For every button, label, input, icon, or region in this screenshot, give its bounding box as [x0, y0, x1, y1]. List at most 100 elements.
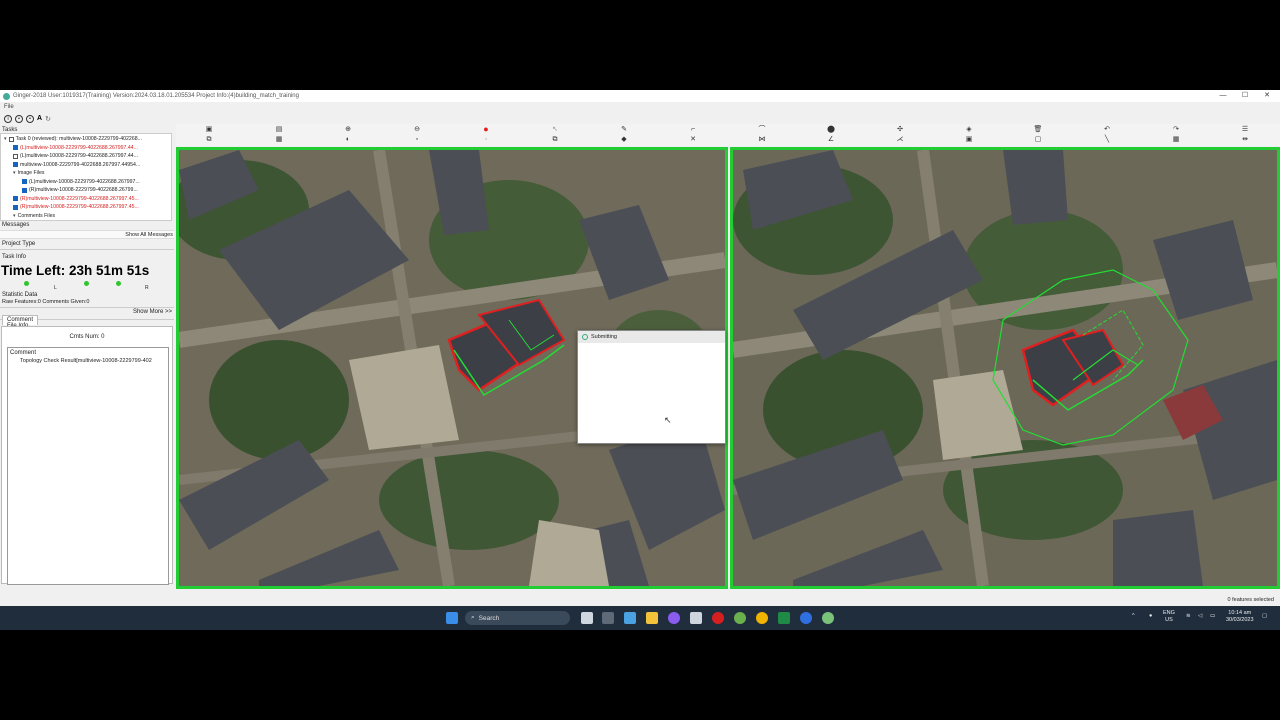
- app-icon-ginger[interactable]: [822, 612, 834, 624]
- task-view-icon[interactable]: [581, 612, 593, 624]
- split-icon[interactable]: ✣: [895, 126, 905, 134]
- grid-icon[interactable]: ▦: [1171, 136, 1181, 144]
- tree-checkbox[interactable]: [13, 145, 18, 150]
- fill-icon[interactable]: ◈: [964, 126, 974, 134]
- chevron-down-icon[interactable]: ▾: [13, 213, 16, 219]
- line-icon[interactable]: ⌐: [688, 126, 698, 134]
- show-more-button[interactable]: Show More >>: [133, 309, 172, 315]
- language-indicator[interactable]: ENG US: [1163, 610, 1175, 624]
- comment-list[interactable]: Comment Topology Check Result[multiview-…: [7, 347, 169, 585]
- close-button[interactable]: ✕: [1256, 90, 1278, 102]
- record-dot-icon[interactable]: •: [15, 114, 23, 123]
- tree-item[interactable]: ▾ Image Files: [13, 169, 44, 177]
- refresh-icon[interactable]: ↻: [45, 115, 51, 123]
- chevron-down-icon[interactable]: ▾: [13, 170, 16, 176]
- show-all-messages-button[interactable]: Show All Messages: [125, 232, 173, 238]
- slash-icon[interactable]: ╲: [1102, 136, 1112, 144]
- cursor-icon[interactable]: ↖: [550, 126, 560, 134]
- tree-checkbox[interactable]: [22, 187, 27, 193]
- tree-item-label: (L)multiview-10008-2229799-4022688.26799…: [20, 153, 138, 159]
- pan-icon[interactable]: ◐: [343, 136, 353, 144]
- merge-icon[interactable]: ⋈: [757, 136, 767, 144]
- tree-item[interactable]: multiview-10008-2229799-4022688.267997.4…: [13, 161, 140, 169]
- angle-icon[interactable]: ⋌: [895, 136, 905, 144]
- tree-item[interactable]: ▾ Comments Files: [13, 212, 55, 220]
- excel-icon[interactable]: [778, 612, 790, 624]
- cut-icon[interactable]: ✕: [688, 136, 698, 144]
- save-icon[interactable]: ▣: [204, 126, 214, 134]
- font-icon[interactable]: A: [37, 115, 42, 122]
- tree-checkbox[interactable]: [13, 196, 18, 201]
- delete-icon[interactable]: 🗑: [1033, 126, 1043, 134]
- arc-icon[interactable]: ⌒: [757, 126, 767, 134]
- stop-icon[interactable]: ▫: [481, 136, 491, 144]
- taskbar-search[interactable]: ⌕ Search: [465, 611, 570, 625]
- menu-icon[interactable]: ☰: [1240, 126, 1250, 134]
- notification-icon[interactable]: ▢: [1262, 613, 1267, 620]
- volume-icon[interactable]: ◁: [1198, 613, 1202, 620]
- chrome-icon[interactable]: [756, 612, 768, 624]
- lang-bottom: US: [1165, 617, 1173, 623]
- opera-icon[interactable]: [712, 612, 724, 624]
- clock[interactable]: 10:14 am 30/03/2023: [1226, 610, 1254, 624]
- comment-item[interactable]: Topology Check Result[multiview-10008-22…: [20, 358, 152, 364]
- taskbar: ⌕ Search ^ ● ENG US ≋ ◁ ▭ 10:14 am 30/03…: [0, 606, 1280, 630]
- tree-checkbox[interactable]: [8, 136, 14, 142]
- print-icon[interactable]: ▤: [274, 126, 284, 134]
- notes-icon[interactable]: [624, 612, 636, 624]
- record-icon[interactable]: ●: [481, 125, 491, 134]
- pin-icon[interactable]: ⬤: [826, 126, 836, 134]
- tree-item[interactable]: (R)multiview-10008-2229799-4022688.26799…: [13, 195, 139, 203]
- align-icon[interactable]: ⇹: [1240, 136, 1250, 144]
- window-title: Ginger-2018 User:1019317(Training) Versi…: [13, 93, 299, 99]
- tree-item-label: Task 0 (reviewed): multiview-10008-22297…: [15, 136, 142, 142]
- maximize-button[interactable]: ☐: [1234, 90, 1256, 102]
- task-tree[interactable]: ▾ Task 0 (reviewed): multiview-10008-2229…: [0, 133, 172, 221]
- pen-icon[interactable]: ✎: [619, 126, 629, 134]
- erase-icon[interactable]: ◆: [619, 136, 629, 144]
- tree-checkbox[interactable]: [13, 162, 18, 167]
- zoom-in-icon[interactable]: ⊕: [343, 126, 353, 134]
- snipping-icon[interactable]: [690, 612, 702, 624]
- zoom-out-icon[interactable]: ⊖: [412, 126, 422, 134]
- start-icon[interactable]: [446, 612, 458, 624]
- ginger-icon: [3, 92, 10, 100]
- ginger-taskbar-icon[interactable]: [734, 612, 746, 624]
- tab-comment-file-info[interactable]: Comment File Info: [2, 315, 39, 329]
- tree-item[interactable]: (R)multiview-10008-2229799-4022688.26799…: [22, 186, 138, 194]
- minimize-button[interactable]: —: [1212, 90, 1234, 102]
- messenger-icon[interactable]: [668, 612, 680, 624]
- tree-item[interactable]: (R)multiview-10008-2229799-4022688.26799…: [13, 203, 139, 211]
- messages-label: Messages: [2, 222, 30, 228]
- tree-checkbox[interactable]: [13, 153, 18, 159]
- tree-item[interactable]: ▾ Task 0 (reviewed): multiview-10008-2229…: [4, 135, 142, 143]
- frame-icon[interactable]: ▢: [1033, 136, 1043, 144]
- microphone-icon[interactable]: ●: [1149, 613, 1152, 620]
- fit-icon[interactable]: ▫: [412, 136, 422, 144]
- file-explorer-icon[interactable]: [646, 612, 658, 624]
- snap-icon[interactable]: ⧉: [204, 136, 214, 144]
- chevron-up-icon[interactable]: ^: [1132, 613, 1135, 620]
- stop-icon[interactable]: •: [26, 114, 34, 123]
- clock-date: 30/03/2023: [1226, 617, 1254, 623]
- undo-icon[interactable]: ↶: [1102, 126, 1112, 134]
- square-icon[interactable]: ▣: [964, 136, 974, 144]
- copy-icon[interactable]: ⧉: [550, 136, 560, 144]
- wifi-icon[interactable]: ≋: [1186, 613, 1191, 620]
- comment-panel: Cmts Num: 0 Comment Topology Check Resul…: [1, 326, 173, 585]
- zoom-icon[interactable]: [800, 612, 812, 624]
- layer-icon[interactable]: ▦: [274, 136, 284, 144]
- redo-icon[interactable]: ↷: [1171, 126, 1181, 134]
- tree-item[interactable]: (L)multiview-10008-2229799-4022688.26799…: [22, 178, 140, 186]
- info-icon[interactable]: i: [4, 114, 12, 123]
- tree-item[interactable]: (L)multiview-10008-2229799-4022688.26799…: [13, 144, 138, 152]
- measure-icon[interactable]: ∠: [826, 136, 836, 144]
- tree-checkbox[interactable]: [22, 179, 27, 184]
- right-image-view[interactable]: [730, 147, 1280, 589]
- menu-file[interactable]: File: [4, 104, 14, 110]
- widgets-icon[interactable]: [602, 612, 614, 624]
- tree-item[interactable]: (L)multiview-10008-2229799-4022688.26799…: [13, 152, 138, 160]
- battery-icon[interactable]: ▭: [1210, 613, 1215, 620]
- tree-checkbox[interactable]: [13, 204, 18, 210]
- chevron-down-icon[interactable]: ▾: [4, 136, 7, 142]
